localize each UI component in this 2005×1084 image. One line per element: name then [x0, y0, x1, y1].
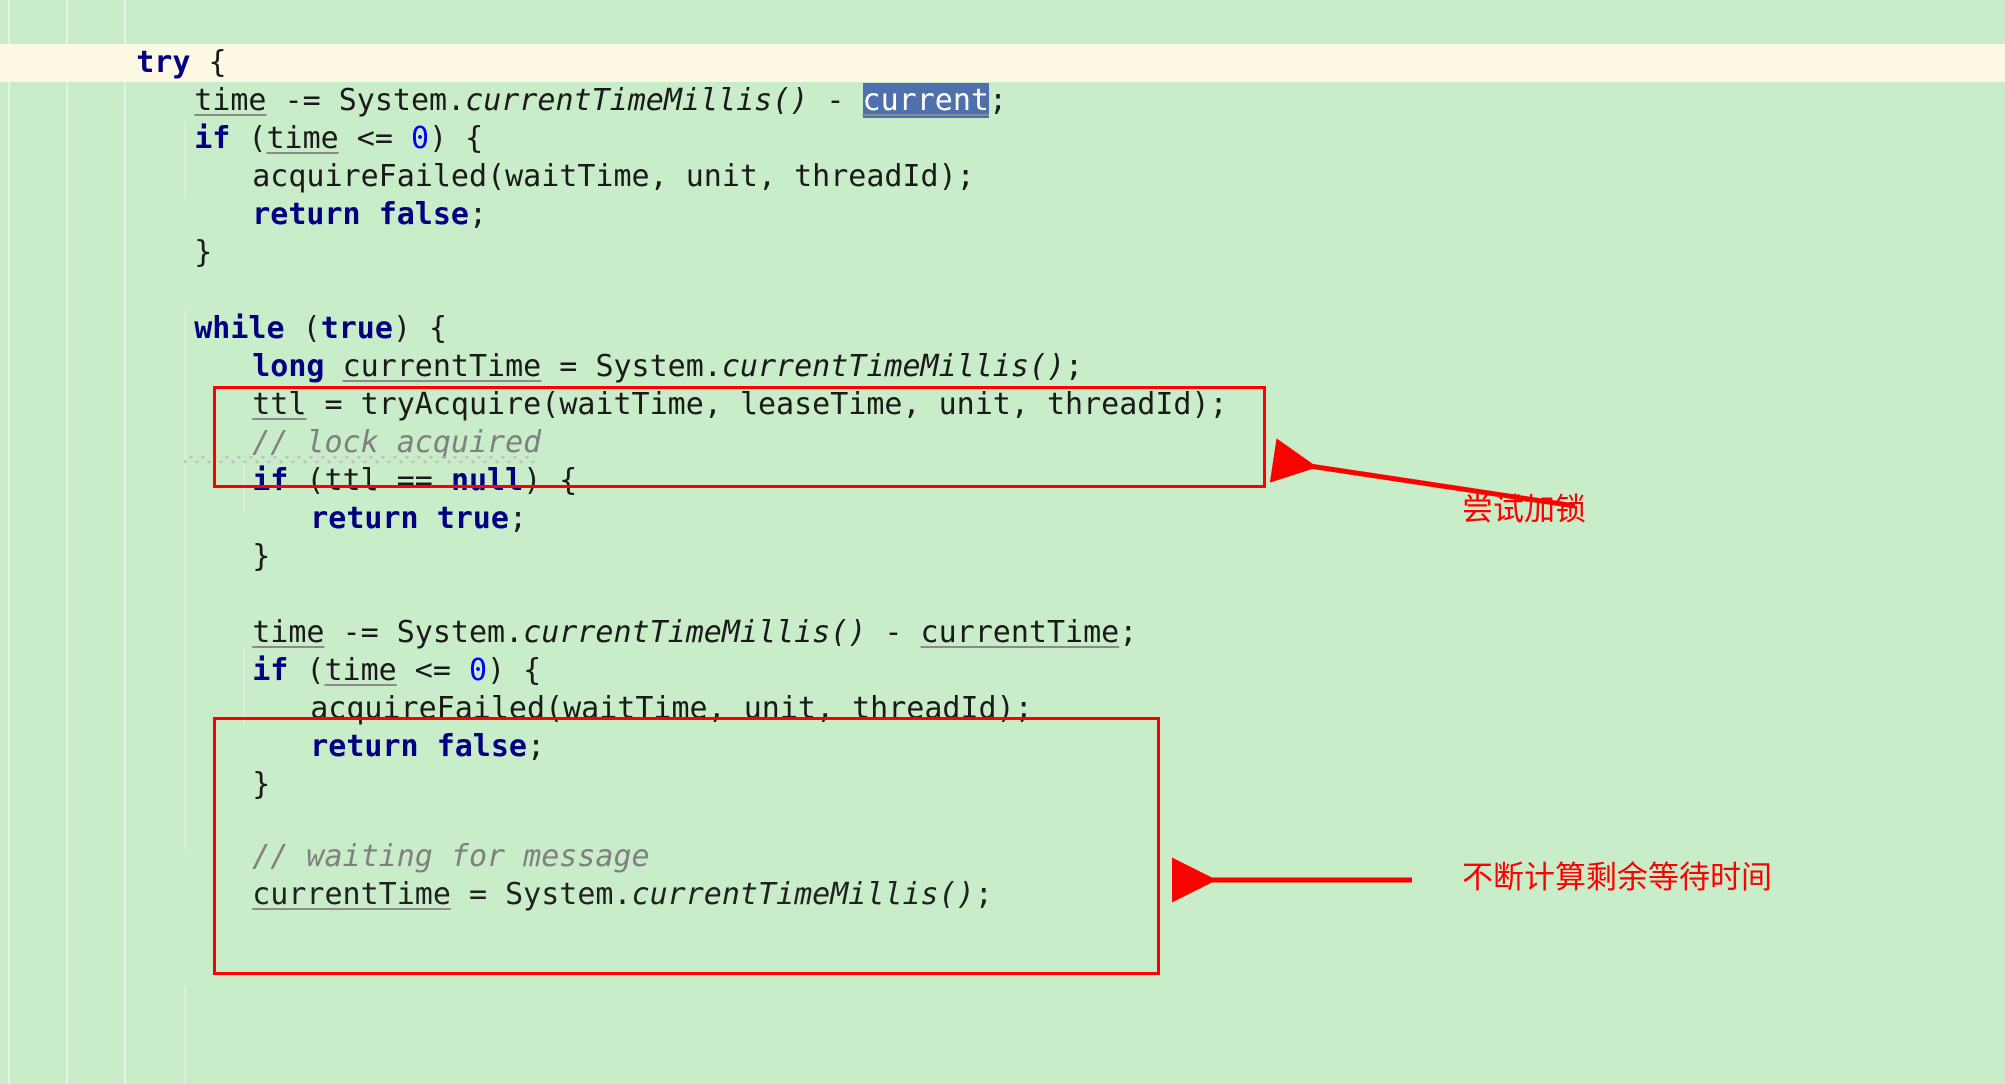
code-line-if-time-le-zero[interactable]: if (time <= 0) {	[0, 82, 2005, 156]
token-var-currenttime-4: currentTime	[252, 877, 451, 912]
code-line-ttl-tryacquire[interactable]: ttl = tryAcquire(waitTime, leaseTime, un…	[0, 348, 2005, 422]
code-line-comment-waiting[interactable]: // waiting for message	[0, 800, 2005, 874]
code-line-try[interactable]: try {	[0, 6, 2005, 80]
token-class-system-4: System.	[505, 877, 632, 912]
code-line-acquirefailed-1[interactable]: acquireFailed(waitTime, unit, threadId);	[0, 120, 2005, 194]
code-line-close-brace-3[interactable]: }	[0, 728, 2005, 802]
code-line-acquirefailed-2[interactable]: acquireFailed(waitTime, unit, threadId);	[0, 652, 2005, 726]
code-line-close-brace-1[interactable]: }	[0, 196, 2005, 270]
block-indent-bar-5	[184, 985, 186, 1084]
code-line-time-minus-currenttime[interactable]: time -= System.currentTimeMillis() - cur…	[0, 576, 2005, 650]
code-line-long-currenttime[interactable]: long currentTime = System.currentTimeMil…	[0, 310, 2005, 384]
code-line-time-minus-current[interactable]: time -= System.currentTimeMillis() - cur…	[0, 44, 2005, 118]
code-line-blank-3[interactable]	[0, 766, 2005, 804]
code-line-return-true[interactable]: return true;	[0, 462, 2005, 536]
code-line-if-time-le-zero-2[interactable]: if (time <= 0) {	[0, 614, 2005, 688]
code-line-return-false-2[interactable]: return false;	[0, 690, 2005, 764]
token-method-currenttimemillis-4: currentTimeMillis()	[631, 877, 975, 912]
code-line-comment-lock-acquired[interactable]: // lock acquired	[0, 386, 2005, 460]
code-line-close-brace-2[interactable]: }	[0, 500, 2005, 574]
annotation-label-remaining-time: 不断计算剩余等待时间	[1462, 860, 1772, 896]
code-line-blank-1[interactable]	[0, 234, 2005, 272]
annotation-label-try-lock: 尝试加锁	[1462, 492, 1586, 528]
code-line-while-true[interactable]: while (true) {	[0, 272, 2005, 346]
code-line-return-false-1[interactable]: return false;	[0, 158, 2005, 232]
code-editor-canvas[interactable]: try { time -= System.currentTimeMillis()…	[0, 0, 2005, 1084]
annotation-arrow-remaining-time	[1172, 857, 1412, 903]
code-line-blank-2[interactable]	[0, 538, 2005, 576]
